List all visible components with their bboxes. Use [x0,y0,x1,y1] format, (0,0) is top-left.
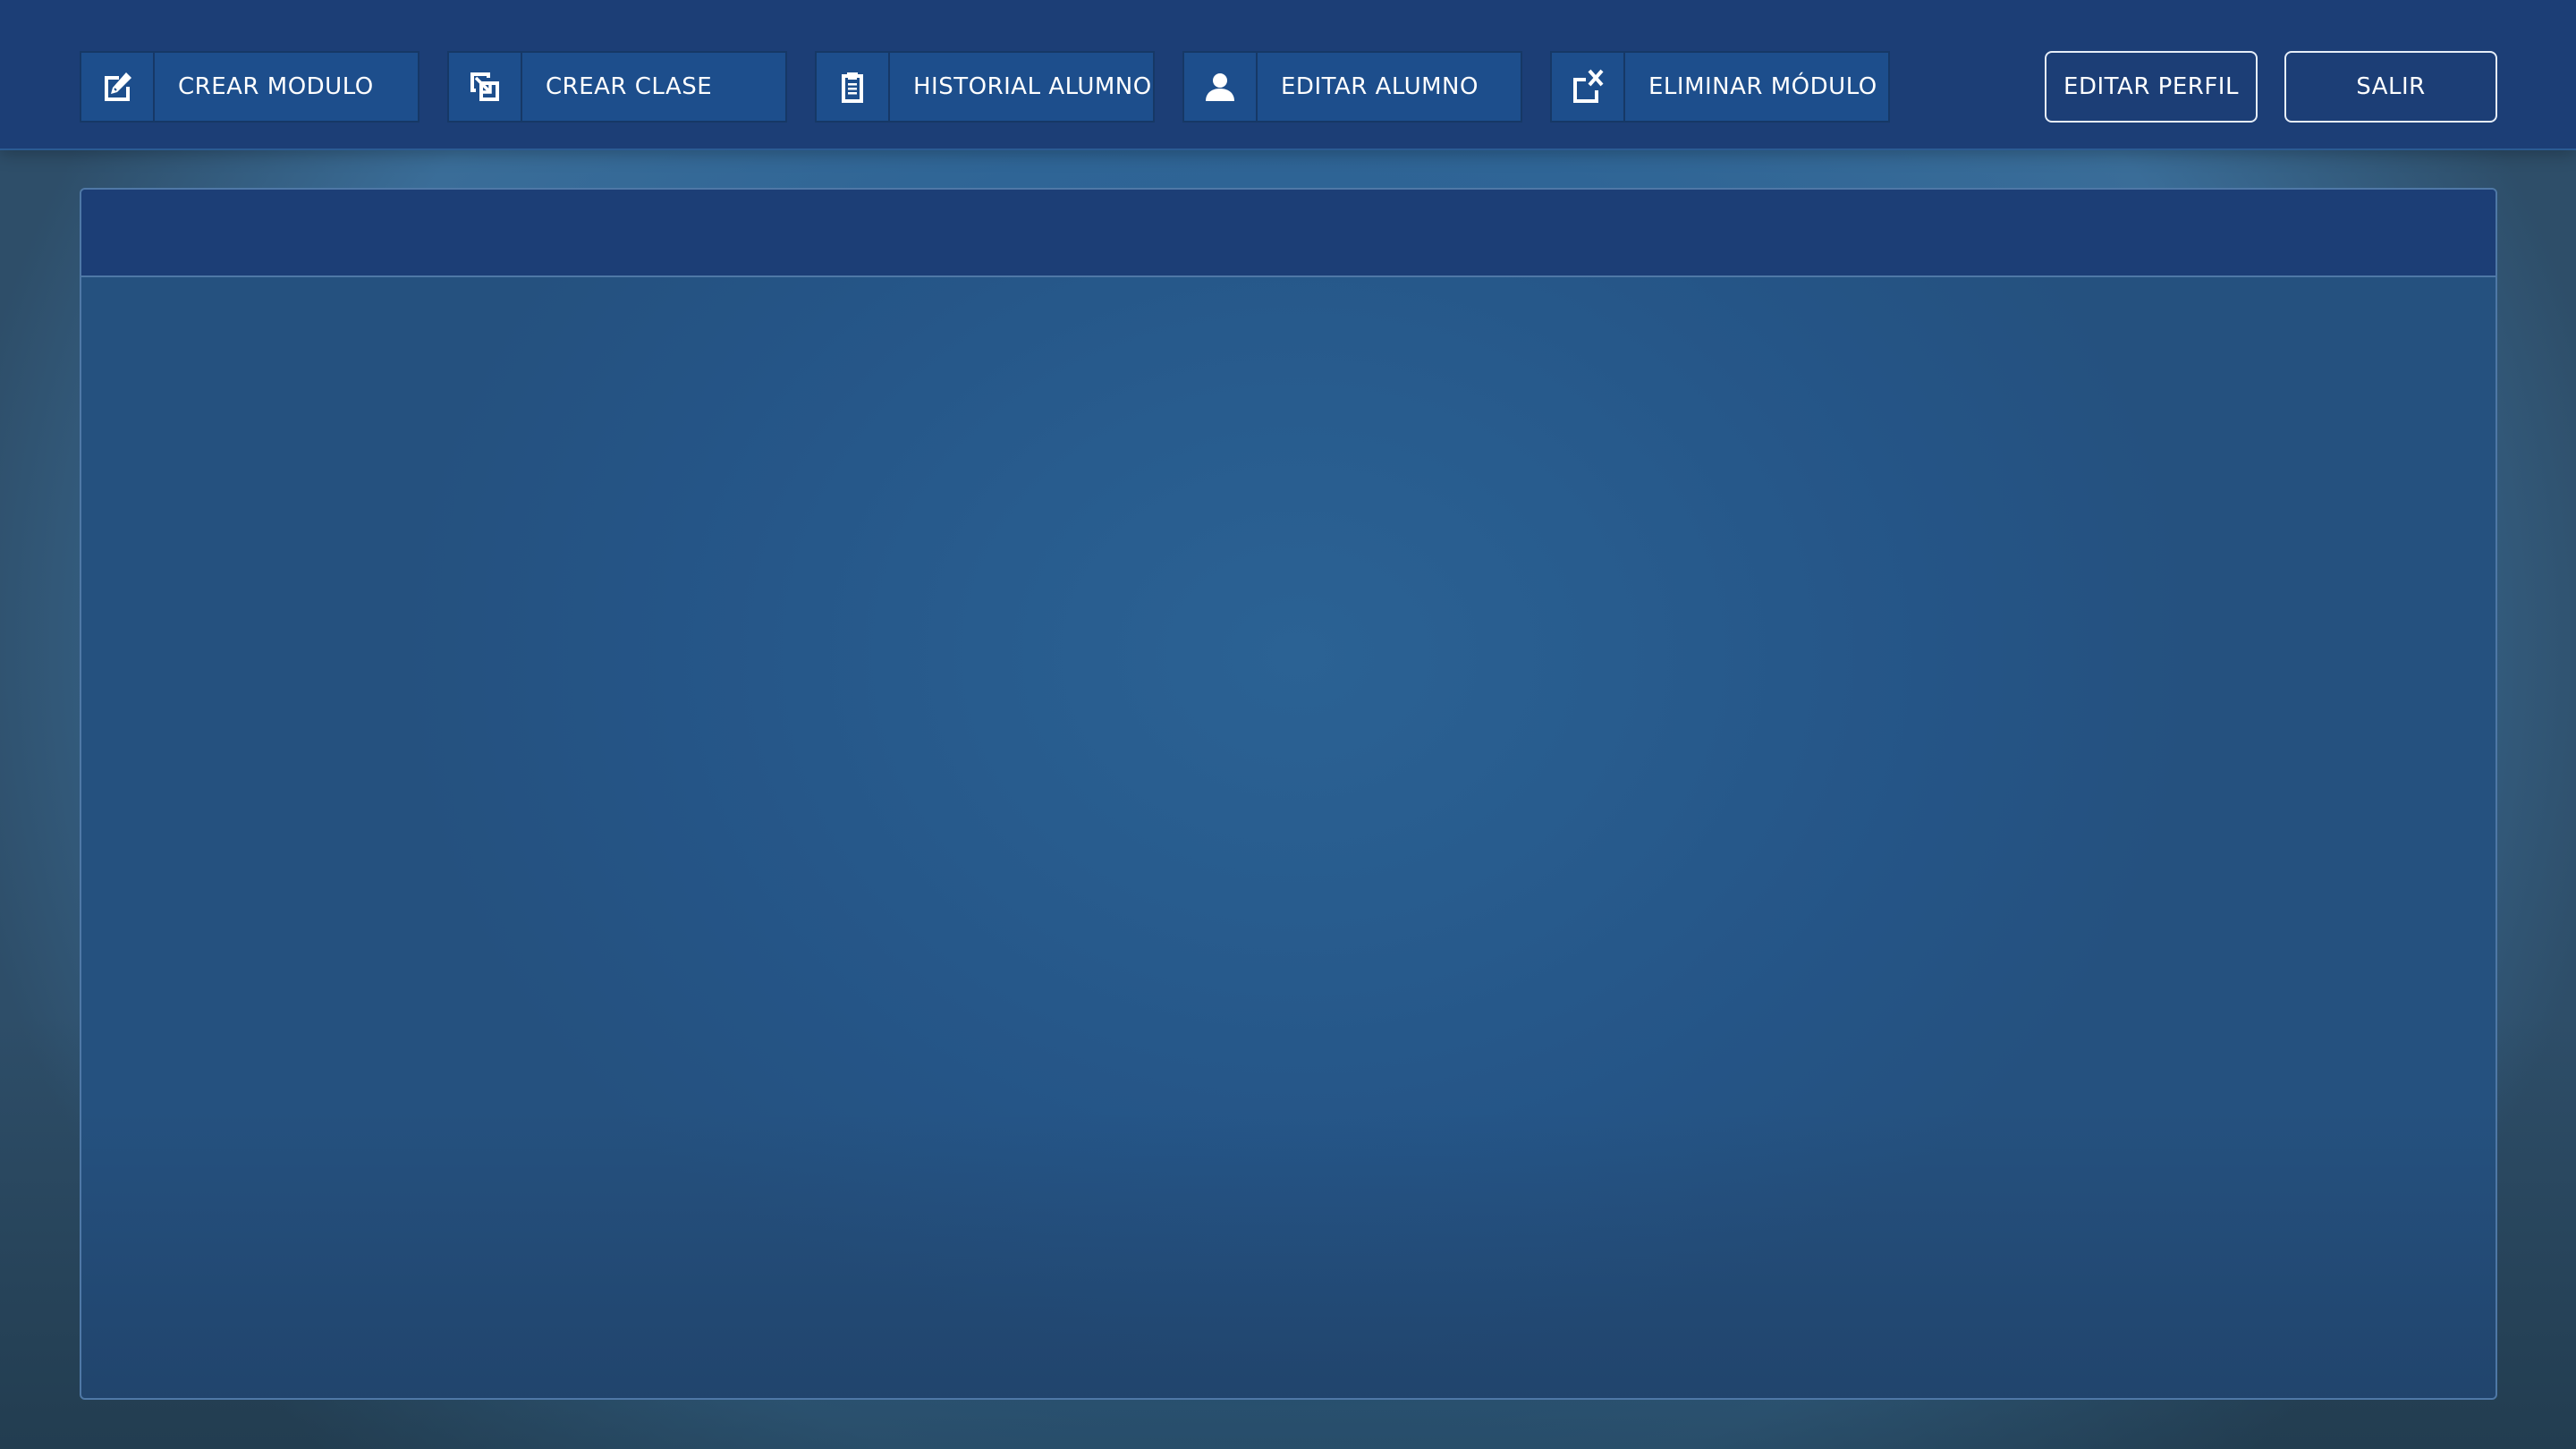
panel-shade [81,1112,2496,1398]
editar-alumno-label: EDITAR ALUMNO [1281,73,1479,100]
crear-clase-button[interactable]: CREAR CLASE [447,51,787,123]
editar-perfil-button[interactable]: EDITAR PERFIL [2045,51,2258,123]
crear-clase-label: CREAR CLASE [546,73,713,100]
eliminar-modulo-label: ELIMINAR MÓDULO [1648,73,1877,100]
historial-alumno-label: HISTORIAL ALUMNO [913,73,1152,100]
eliminar-modulo-button[interactable]: ELIMINAR MÓDULO [1550,51,1890,123]
main-panel [80,188,2497,1400]
delete-module-icon [1552,53,1625,121]
user-icon [1184,53,1258,121]
top-toolbar: CREAR MODULO CREAR CLASE HISTORIAL ALUMN… [0,0,2576,150]
edit-icon [81,53,155,121]
create-class-icon [449,53,522,121]
crear-modulo-label: CREAR MODULO [178,73,374,100]
historial-alumno-button[interactable]: HISTORIAL ALUMNO [815,51,1155,123]
salir-button[interactable]: SALIR [2284,51,2497,123]
crear-modulo-button[interactable]: CREAR MODULO [80,51,419,123]
clipboard-icon [817,53,890,121]
panel-header [81,190,2496,277]
editar-alumno-button[interactable]: EDITAR ALUMNO [1182,51,1522,123]
